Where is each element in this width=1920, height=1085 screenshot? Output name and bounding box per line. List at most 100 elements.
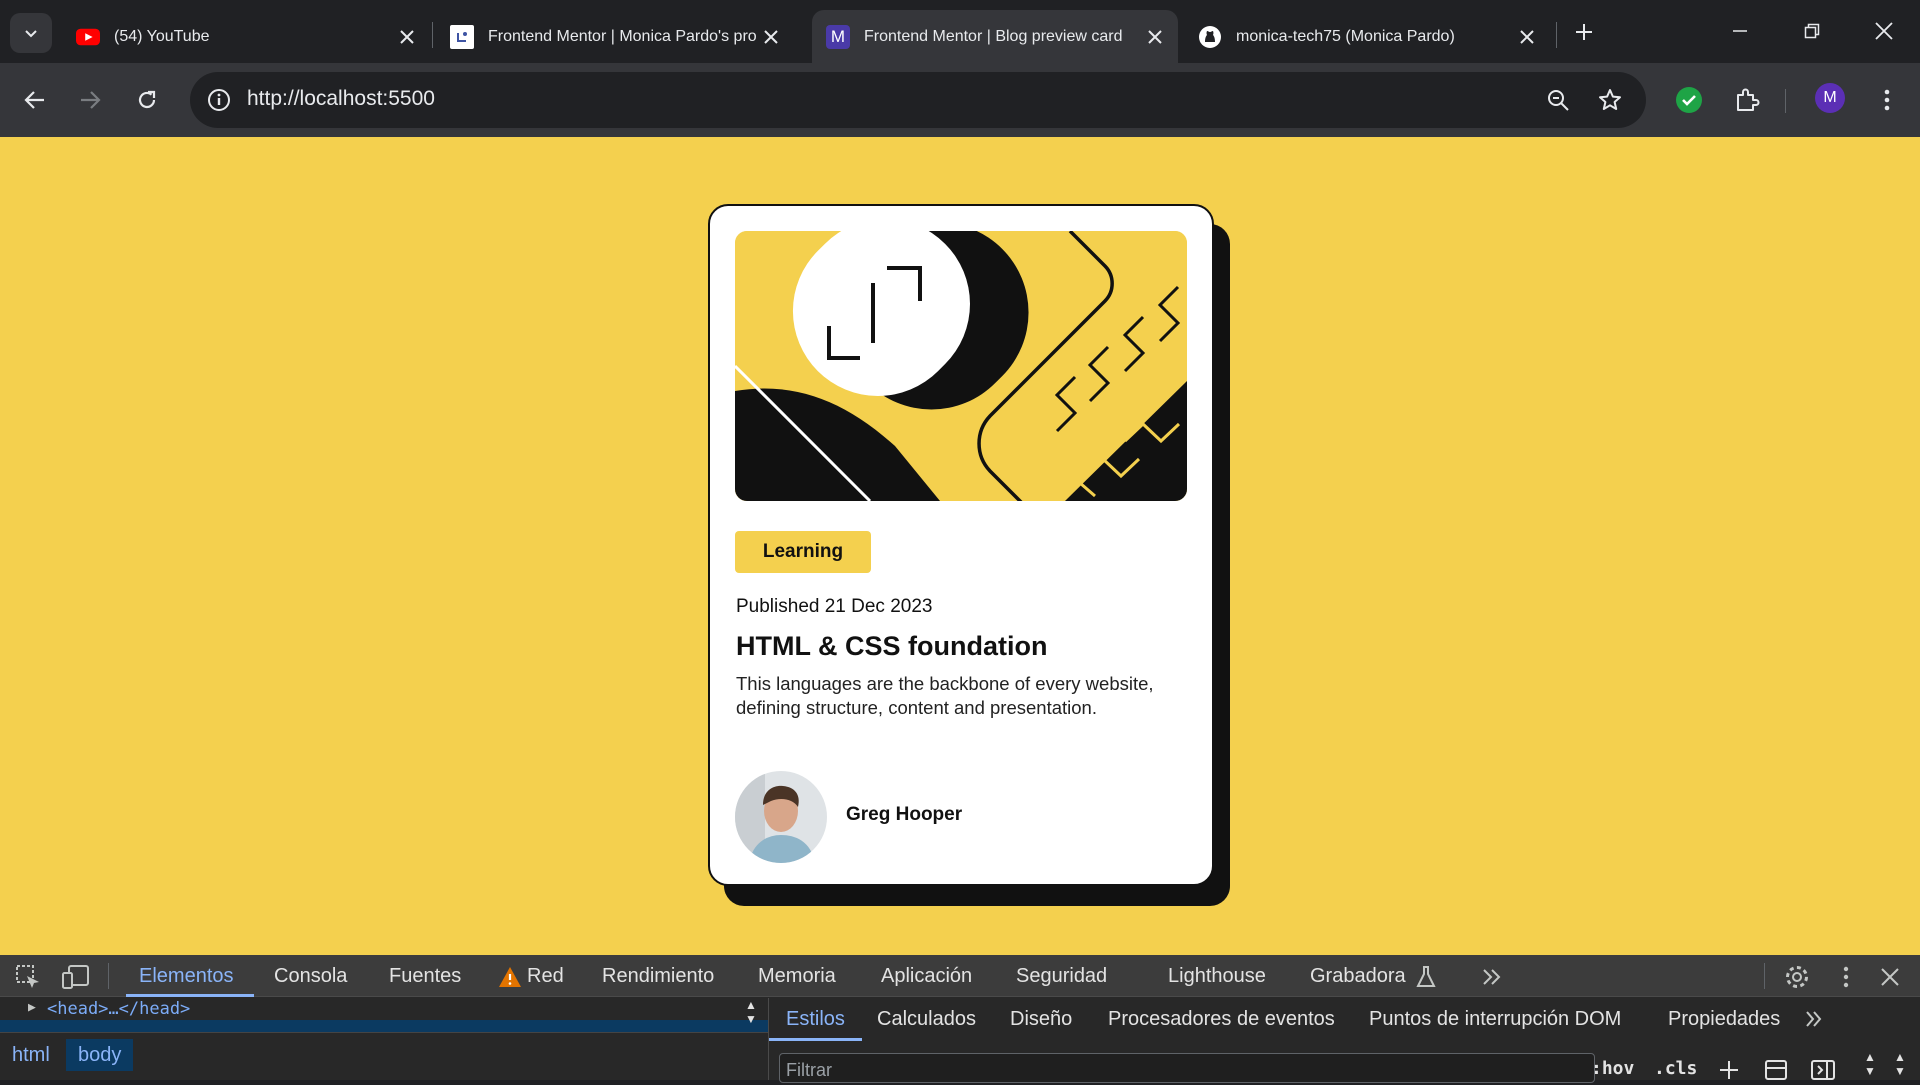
scroll-up-icon[interactable]: ▲ [1864,1050,1876,1064]
devtools-separator [108,963,109,989]
tab-github[interactable]: monica-tech75 (Monica Pardo) [1184,10,1550,63]
m-favicon-letter: M [826,24,850,49]
devtools-tab-consola[interactable]: Consola [274,965,347,988]
subtab-propiedades[interactable]: Propiedades [1668,1008,1780,1031]
subtab-estilos[interactable]: Estilos [786,1008,845,1031]
more-tabs-chevron-icon[interactable] [1478,963,1506,991]
devtools-tab-elementos[interactable]: Elementos [139,965,234,988]
hero-illustration [735,231,1187,501]
tab-youtube[interactable]: (54) YouTube [62,10,430,63]
github-icon [1198,25,1222,49]
tab-title: (54) YouTube [114,27,210,45]
plus-icon [1576,24,1592,40]
close-tab-icon[interactable] [1512,22,1542,52]
subtab-calculados[interactable]: Calculados [877,1008,976,1031]
blog-preview-card: Learning Published 21 Dec 2023 HTML & CS… [708,204,1214,886]
close-icon [1875,22,1893,40]
devtools-tab-seguridad[interactable]: Seguridad [1016,965,1107,988]
new-tab-button[interactable] [1568,16,1600,48]
card-description: This languages are the backbone of every… [736,673,1154,718]
close-tab-icon[interactable] [756,22,786,52]
scroll-up-icon[interactable]: ▲ [745,998,757,1012]
dom-selected-row[interactable] [0,1020,768,1032]
frontend-mentor-icon [450,24,474,49]
active-subtab-indicator [769,1038,862,1041]
flask-icon [1412,963,1440,991]
page-viewport: Learning Published 21 Dec 2023 HTML & CS… [0,137,1920,955]
menu-kebab-icon[interactable] [1870,83,1904,117]
devtools-tab-red[interactable]: Red [527,965,564,988]
author-name: Greg Hooper [846,804,963,825]
youtube-icon [76,25,100,49]
subtab-diseno[interactable]: Diseño [1010,1008,1072,1031]
styles-panel: Estilos Calculados Diseño Procesadores d… [769,998,1920,1083]
tab-blog-preview-card[interactable]: M Frontend Mentor | Blog preview card [812,10,1178,63]
breadcrumb-html[interactable]: html [0,1039,62,1071]
chevron-down-icon [25,30,37,38]
scroll-down-icon[interactable]: ▼ [1894,1064,1906,1078]
device-toolbar-icon[interactable] [62,963,90,991]
computed-styles-toggle-icon[interactable] [1765,1060,1787,1085]
devtools-tabbar: Elementos Consola Fuentes Red Rendimient… [0,955,1920,997]
site-info-icon[interactable] [204,85,234,115]
profile-avatar[interactable]: M [1815,83,1845,113]
restore-button[interactable] [1782,8,1842,54]
extension-check-icon[interactable] [1672,83,1706,117]
reload-icon [138,90,156,109]
back-button[interactable] [15,80,55,120]
tab-title: monica-tech75 (Monica Pardo) [1236,27,1455,45]
devtools-tab-grabadora[interactable]: Grabadora [1310,965,1406,988]
devtools-tab-rendimiento[interactable]: Rendimiento [602,965,714,988]
minimize-icon [1733,30,1747,32]
subtab-puntos-interrupcion[interactable]: Puntos de interrupción DOM [1369,1008,1621,1031]
browser-toolbar: http://localhost:5500 M [0,63,1920,137]
settings-gear-icon[interactable] [1783,963,1811,991]
sidebar-toggle-icon[interactable] [1811,1060,1835,1085]
devtools-tab-lighthouse[interactable]: Lighthouse [1168,965,1266,988]
add-rule-plus-icon[interactable] [1719,1060,1739,1085]
close-window-button[interactable] [1854,8,1914,54]
bookmark-star-icon[interactable] [1594,84,1626,116]
address-bar[interactable]: http://localhost:5500 [190,72,1646,128]
card-title[interactable]: HTML & CSS foundation [736,631,1047,662]
arrow-right-icon [81,91,101,109]
close-tab-icon[interactable] [392,22,422,52]
tab-strip: (54) YouTube Frontend Mentor | Monica Pa… [0,0,1920,63]
zoom-icon[interactable] [1542,84,1574,116]
url-text[interactable]: http://localhost:5500 [247,87,435,111]
close-devtools-icon[interactable] [1876,963,1904,991]
published-date: Published 21 Dec 2023 [736,596,933,617]
breadcrumb-body[interactable]: body [66,1039,134,1071]
extensions-puzzle-icon[interactable] [1730,83,1764,117]
tab-title: Frontend Mentor | Blog preview card [864,27,1123,45]
tab-search-button[interactable] [10,13,52,53]
more-subtabs-chevron-icon[interactable] [1804,1010,1824,1033]
devtools-tab-aplicacion[interactable]: Aplicación [881,965,972,988]
reload-button[interactable] [127,80,167,120]
hov-toggle[interactable]: :hov [1591,1058,1634,1079]
tab-separator [1556,22,1557,48]
cls-toggle[interactable]: .cls [1654,1058,1697,1079]
category-tag: Learning [735,531,871,573]
subtab-procesadores-eventos[interactable]: Procesadores de eventos [1108,1008,1335,1031]
restore-icon [1804,23,1820,39]
devtools-menu-icon[interactable] [1832,963,1860,991]
styles-filter-input[interactable]: Filtrar [779,1053,1595,1083]
expand-triangle-icon[interactable]: ▶ [28,1000,36,1015]
scroll-up-icon[interactable]: ▲ [1894,1050,1906,1064]
inspect-element-icon[interactable] [14,963,42,991]
scroll-down-icon[interactable]: ▼ [745,1012,757,1026]
devtools-tab-memoria[interactable]: Memoria [758,965,836,988]
arrow-left-icon [24,91,44,109]
toolbar-separator [1785,89,1786,113]
tab-frontend-mentor-profile[interactable]: Frontend Mentor | Monica Pardo's pro [436,10,808,63]
scroll-down-icon[interactable]: ▼ [1864,1064,1876,1078]
active-tab-indicator [126,994,254,997]
minimize-button[interactable] [1710,8,1770,54]
m-icon: M [826,24,850,49]
devtools-tab-fuentes[interactable]: Fuentes [389,965,461,988]
forward-button[interactable] [70,80,110,120]
dom-head-node[interactable]: ▶ <head>…</head> [0,998,768,1020]
devtools-panel: Elementos Consola Fuentes Red Rendimient… [0,955,1920,1083]
close-tab-icon[interactable] [1140,22,1170,52]
